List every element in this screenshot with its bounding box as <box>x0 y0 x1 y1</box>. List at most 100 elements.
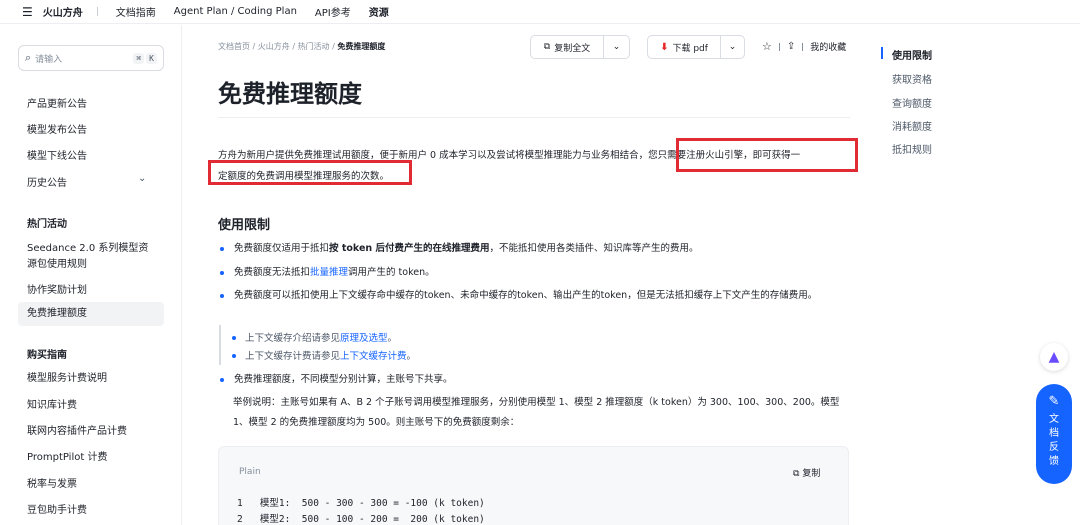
principle-link[interactable]: 原理及选型 <box>340 333 388 344</box>
toc-item-usage-limits[interactable]: 使用限制 <box>892 47 932 62</box>
code-copy-button[interactable]: ⧉ 复制 <box>793 466 820 479</box>
list-item: 免费额度仅适用于抵扣按 token 后付费产生的在线推理费用，不能抵扣使用各类插… <box>234 239 854 258</box>
breadcrumb-ark[interactable]: 火山方舟 <box>258 42 290 51</box>
example-paragraph: 举例说明：主账号如果有 A、B 2 个子账号调用模型推理服务，分别使用模型 1、… <box>233 397 840 428</box>
shortcut-cmd: ⌘ <box>133 52 145 64</box>
bullet-dot <box>220 247 224 251</box>
bullet-text: ，不能抵扣使用各类插件、知识库等产生的费用。 <box>489 243 699 254</box>
sidebar-item-model-offline[interactable]: 模型下线公告 <box>27 147 87 162</box>
sidebar-item-seedance[interactable]: Seedance 2.0 系列模型资 <box>27 239 148 254</box>
sidebar-group-hot: 热门活动 <box>27 219 67 230</box>
bullet-bold: 按 token 后付费产生的在线推理费用 <box>329 243 490 254</box>
sidebar-item-promptpilot[interactable]: PromptPilot 计费 <box>27 448 107 463</box>
code-block: Plain ⧉ 复制 1 模型1: 500 - 300 - 300 = -100… <box>218 446 849 525</box>
sidebar-group-purchase: 购买指南 <box>27 350 67 361</box>
section-title: 使用限制 <box>218 218 271 233</box>
breadcrumb: 文档首页 / 火山方舟 / 热门活动 / 免费推理额度 <box>218 42 386 51</box>
sub-text: 上下文缓存计费请参见 <box>245 351 341 362</box>
batch-inference-link[interactable]: 批量推理 <box>310 267 348 278</box>
my-favorites-link[interactable]: 我的收藏 <box>810 40 846 53</box>
sub-text: 上下文缓存介绍请参见 <box>245 333 341 344</box>
toc-item-consume-quota[interactable]: 消耗额度 <box>892 118 932 133</box>
bullet-dot <box>220 378 224 382</box>
nav-api-ref[interactable]: API参考 <box>315 4 351 19</box>
code-language: Plain <box>239 467 261 477</box>
nav-docs[interactable]: 文档指南 <box>116 4 156 19</box>
doc-feedback-button[interactable]: ✎ 文 档 反 馈 <box>1036 384 1072 484</box>
list-item: 免费推理额度，不同模型分别计算，主账号下共享。 <box>234 374 453 385</box>
feedback-char: 反 <box>1049 442 1059 453</box>
sidebar-item-history[interactable]: 历史公告 <box>27 174 67 189</box>
feedback-char: 馈 <box>1049 456 1059 467</box>
sidebar-item-free-quota[interactable]: 免费推理额度 <box>18 302 164 326</box>
download-pdf-button[interactable]: ⬇ 下载 pdf ⌄ <box>647 35 745 59</box>
bullet-dot <box>220 294 224 298</box>
sidebar-item-doubao[interactable]: 豆包助手计费 <box>27 501 87 516</box>
sidebar-item-tax[interactable]: 税率与发票 <box>27 475 77 490</box>
divider <box>218 117 850 118</box>
divider <box>802 42 804 51</box>
cache-billing-link[interactable]: 上下文缓存计费 <box>340 351 407 362</box>
sidebar-item-product-updates[interactable]: 产品更新公告 <box>27 95 87 110</box>
menu-icon[interactable]: ☰ <box>22 5 33 19</box>
brand-logo[interactable]: 火山方舟 <box>43 4 83 19</box>
chevron-down-icon[interactable]: ⌄ <box>138 173 146 184</box>
toc-active-indicator <box>881 47 883 59</box>
toc-item-query-quota[interactable]: 查询额度 <box>892 95 932 110</box>
feedback-char: 档 <box>1049 428 1059 439</box>
copy-all-label: 复制全文 <box>554 43 591 54</box>
toc-item-deduction-rules[interactable]: 抵扣规则 <box>892 141 932 156</box>
copy-all-button[interactable]: ⧉ 复制全文 ⌄ <box>530 35 630 59</box>
list-item: 上下文缓存计费请参见上下文缓存计费。 <box>245 348 416 362</box>
sidebar-item-model-billing[interactable]: 模型服务计费说明 <box>27 369 107 384</box>
sidebar-item-seedance-2[interactable]: 源包使用规则 <box>27 255 87 270</box>
quote-bar <box>219 325 221 365</box>
sidebar-item-web-plugin-billing[interactable]: 联网内容插件产品计费 <box>27 422 127 437</box>
sub-text: 。 <box>387 333 398 344</box>
shortcut-k: K <box>146 52 157 64</box>
list-item: 免费额度无法抵扣批量推理调用产生的 token。 <box>234 263 854 282</box>
code-copy-label: 复制 <box>802 469 821 479</box>
toc-item-eligibility[interactable]: 获取资格 <box>892 71 932 86</box>
download-pdf-label: 下载 pdf <box>672 43 708 54</box>
list-item: 上下文缓存介绍请参见原理及选型。 <box>245 330 397 344</box>
share-icon[interactable]: ⇪ <box>787 41 795 52</box>
star-icon[interactable]: ☆ <box>762 40 772 53</box>
bullet-dot <box>232 354 236 358</box>
sparkle-icon: ▲ <box>1048 349 1060 365</box>
copy-icon: ⧉ <box>543 42 551 52</box>
code-line: 2 模型2: 500 - 100 - 200 = 200 (k token) <box>237 514 485 525</box>
highlight-box <box>208 160 412 185</box>
pdf-icon: ⬇ <box>660 41 669 53</box>
nav-resources[interactable]: 资源 <box>369 4 389 19</box>
highlight-box <box>676 138 858 172</box>
breadcrumb-home[interactable]: 文档首页 <box>218 42 250 51</box>
sidebar-item-model-releases[interactable]: 模型发布公告 <box>27 121 87 136</box>
feedback-char: 文 <box>1049 414 1059 425</box>
bullet-dot <box>232 336 236 340</box>
copy-icon: ⧉ <box>793 469 800 479</box>
search-input[interactable]: ⌕ 请输入 ⌘ K <box>18 45 164 71</box>
page-tools: ☆ ⇪ 我的收藏 <box>762 40 846 53</box>
divider <box>778 42 780 51</box>
chevron-down-icon[interactable]: ⌄ <box>603 36 629 58</box>
search-icon: ⌕ <box>25 51 32 64</box>
edit-icon: ✎ <box>1048 394 1060 409</box>
bullet-text: 调用产生的 token。 <box>348 267 435 278</box>
top-nav: ☰ 火山方舟 文档指南 Agent Plan / Coding Plan API… <box>0 0 1080 24</box>
nav-agent-plan[interactable]: Agent Plan / Coding Plan <box>174 6 297 17</box>
sub-text: 。 <box>406 351 417 362</box>
bullet-text: 免费额度无法抵扣 <box>234 267 311 278</box>
breadcrumb-hot[interactable]: 热门活动 <box>298 42 330 51</box>
divider <box>96 7 98 16</box>
code-line: 1 模型1: 500 - 300 - 300 = -100 (k token) <box>237 498 485 509</box>
search-placeholder: 请输入 <box>35 54 63 65</box>
bullet-text: 免费额度仅适用于抵扣 <box>234 243 330 254</box>
sidebar-item-rewards[interactable]: 协作奖励计划 <box>27 281 87 296</box>
bullet-dot <box>220 271 224 275</box>
chevron-down-icon[interactable]: ⌄ <box>720 36 744 58</box>
list-item: 免费额度可以抵扣使用上下文缓存命中缓存的token、未命中缓存的token、输出… <box>234 290 818 301</box>
ai-assistant-button[interactable]: ▲ <box>1040 343 1068 371</box>
breadcrumb-current: 免费推理额度 <box>337 42 386 51</box>
sidebar-item-kb-billing[interactable]: 知识库计费 <box>27 396 77 411</box>
